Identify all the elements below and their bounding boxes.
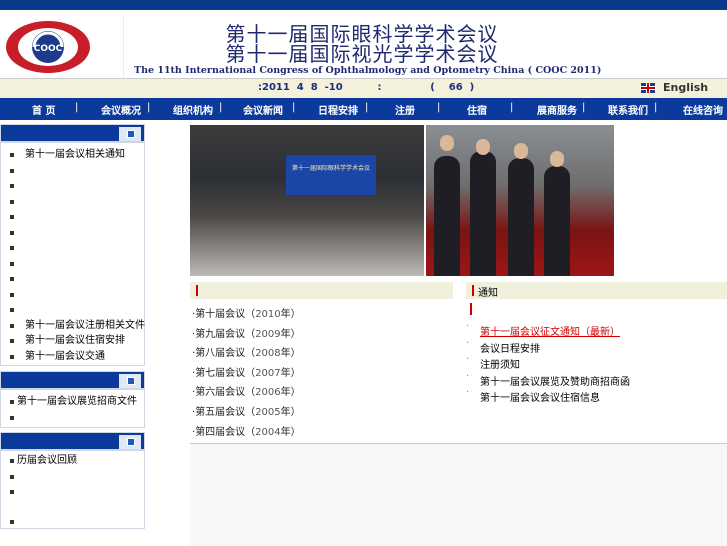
notice-list: 第十一届会议征文通知（最新） 会议日程安排 注册须知 第十一届会议展览及赞助商招… bbox=[466, 321, 630, 406]
nav-separator: | bbox=[582, 102, 586, 113]
person-head bbox=[514, 143, 528, 159]
history-list: ·第十届会议（2010年） ·第九届会议（2009年） ·第八届会议（2008年… bbox=[192, 305, 301, 442]
banner-title-2: 第十一届国际视光学学术会议 bbox=[225, 42, 499, 66]
nav-separator: | bbox=[510, 102, 514, 113]
sidebar-item[interactable] bbox=[1, 209, 144, 225]
list-item[interactable]: ·第六届会议（2006年） bbox=[192, 383, 301, 403]
nav-organization[interactable]: 组织机构 bbox=[173, 102, 213, 117]
notice-item[interactable]: 会议日程安排 bbox=[466, 338, 630, 357]
person-figure bbox=[544, 166, 570, 276]
notice-item[interactable]: 注册须知 bbox=[466, 354, 630, 373]
box-header-icon bbox=[119, 374, 141, 388]
nav-home[interactable]: 首 页 bbox=[32, 102, 55, 117]
nav-separator: | bbox=[654, 102, 658, 113]
meeting-date: :2011 4 8 -10 : ( 66 ) bbox=[258, 82, 475, 93]
language-switch[interactable]: English bbox=[641, 81, 708, 94]
list-item[interactable]: ·第八届会议（2008年） bbox=[192, 344, 301, 364]
banner: 第十一届国际眼科学学术会议 第十一届国际视光学学术会议 The 11th Int… bbox=[123, 16, 602, 78]
nav-exhibitors[interactable]: 展商服务 bbox=[537, 102, 577, 117]
box-header-icon bbox=[119, 127, 141, 141]
nav-separator: | bbox=[437, 102, 441, 113]
info-bar: :2011 4 8 -10 : ( 66 ) English bbox=[0, 78, 727, 99]
logo-text: COOC bbox=[34, 44, 63, 54]
conference-hall-photo[interactable]: 第十一届国际眼科学学术会议 bbox=[190, 125, 424, 276]
nav-consult[interactable]: 在线咨询 bbox=[683, 102, 723, 117]
sidebar-box-history: 历届会议回顾 bbox=[0, 432, 145, 529]
nav-separator: | bbox=[292, 102, 296, 113]
sidebar-item[interactable]: 历届会议回顾 bbox=[1, 453, 144, 469]
nav-separator: | bbox=[75, 102, 79, 113]
section-marker bbox=[472, 285, 474, 296]
sidebar-item[interactable] bbox=[1, 302, 144, 318]
history-section-bar bbox=[190, 282, 453, 299]
sidebar-item[interactable]: 第十一届会议相关通知 bbox=[1, 147, 144, 163]
stage-screen: 第十一届国际眼科学学术会议 bbox=[286, 155, 376, 195]
notice-item-highlight[interactable]: 第十一届会议征文通知（最新） bbox=[466, 321, 630, 340]
uk-flag-icon bbox=[641, 83, 655, 93]
sidebar-box-notices: 第十一届会议相关通知 第十一届会议注册相关文件 第十一届会议住宿安排 第十一届会… bbox=[0, 124, 145, 366]
top-bar bbox=[0, 0, 727, 10]
sidebar-item[interactable] bbox=[1, 287, 144, 303]
person-head bbox=[440, 135, 454, 151]
delegates-photo[interactable] bbox=[426, 125, 614, 276]
sidebar-item[interactable] bbox=[1, 484, 144, 500]
banner-title-en: The 11th International Congress of Ophth… bbox=[134, 65, 602, 76]
nav-lodging[interactable]: 住宿 bbox=[467, 102, 487, 117]
sidebar-box-header bbox=[1, 372, 144, 390]
sidebar-item[interactable] bbox=[1, 256, 144, 272]
list-item[interactable]: ·第九届会议（2009年） bbox=[192, 325, 301, 345]
sidebar-item[interactable]: 第十一届会议展览招商文件 bbox=[1, 394, 144, 410]
nav-contact[interactable]: 联系我们 bbox=[608, 102, 648, 117]
notice-section-bar: 通知 bbox=[466, 282, 727, 299]
nav-register[interactable]: 注册 bbox=[395, 102, 415, 117]
sidebar-item[interactable] bbox=[1, 163, 144, 179]
nav-separator: | bbox=[219, 102, 223, 113]
main-nav: 首 页 | 会议概况 | 组织机构 | 会议新闻 | 日程安排 | 注册 | 住… bbox=[0, 98, 727, 120]
stage-screen-text: 第十一届国际眼科学学术会议 bbox=[291, 165, 370, 172]
nav-news[interactable]: 会议新闻 bbox=[243, 102, 283, 117]
sidebar-item[interactable] bbox=[1, 194, 144, 210]
list-item[interactable]: ·第四届会议（2004年） bbox=[192, 423, 301, 443]
notice-item[interactable]: 第十一届会议会议住宿信息 bbox=[466, 387, 630, 406]
box-header-icon bbox=[119, 435, 141, 449]
sidebar-box-header bbox=[1, 433, 144, 451]
nav-overview[interactable]: 会议概况 bbox=[101, 102, 141, 117]
notice-section-title: 通知 bbox=[478, 288, 498, 299]
list-item[interactable]: ·第五届会议（2005年） bbox=[192, 403, 301, 423]
list-item[interactable]: ·第七届会议（2007年） bbox=[192, 364, 301, 384]
sidebar-item[interactable]: 第十一届会议交通 bbox=[1, 349, 144, 365]
sidebar-item[interactable] bbox=[1, 225, 144, 241]
sidebar-item[interactable] bbox=[1, 240, 144, 256]
sidebar-item[interactable] bbox=[1, 410, 144, 426]
nav-schedule[interactable]: 日程安排 bbox=[318, 102, 358, 117]
sidebar-item[interactable]: 第十一届会议注册相关文件 bbox=[1, 318, 145, 334]
person-figure bbox=[508, 158, 534, 276]
notice-item[interactable]: 第十一届会议展览及赞助商招商函 bbox=[466, 371, 630, 390]
section-marker bbox=[196, 285, 198, 296]
sidebar-item[interactable] bbox=[1, 514, 144, 530]
nav-separator: | bbox=[147, 102, 151, 113]
sidebar-item[interactable] bbox=[1, 271, 144, 287]
sidebar-item[interactable] bbox=[1, 469, 144, 485]
person-head bbox=[476, 139, 490, 155]
content-footer-area bbox=[190, 443, 727, 546]
sidebar-item[interactable] bbox=[1, 178, 144, 194]
sidebar-item[interactable]: 第十一届会议住宿安排 bbox=[1, 333, 144, 349]
person-figure bbox=[434, 156, 460, 276]
sidebar-box-header bbox=[1, 125, 144, 143]
person-head bbox=[550, 151, 564, 167]
section-marker bbox=[470, 303, 472, 315]
sidebar-box-exhibition: 第十一届会议展览招商文件 bbox=[0, 371, 145, 428]
language-label[interactable]: English bbox=[663, 81, 708, 94]
nav-separator: | bbox=[365, 102, 369, 113]
person-figure bbox=[470, 151, 496, 276]
list-item[interactable]: ·第十届会议（2010年） bbox=[192, 305, 301, 325]
cooc-logo[interactable]: COOC bbox=[4, 16, 98, 78]
